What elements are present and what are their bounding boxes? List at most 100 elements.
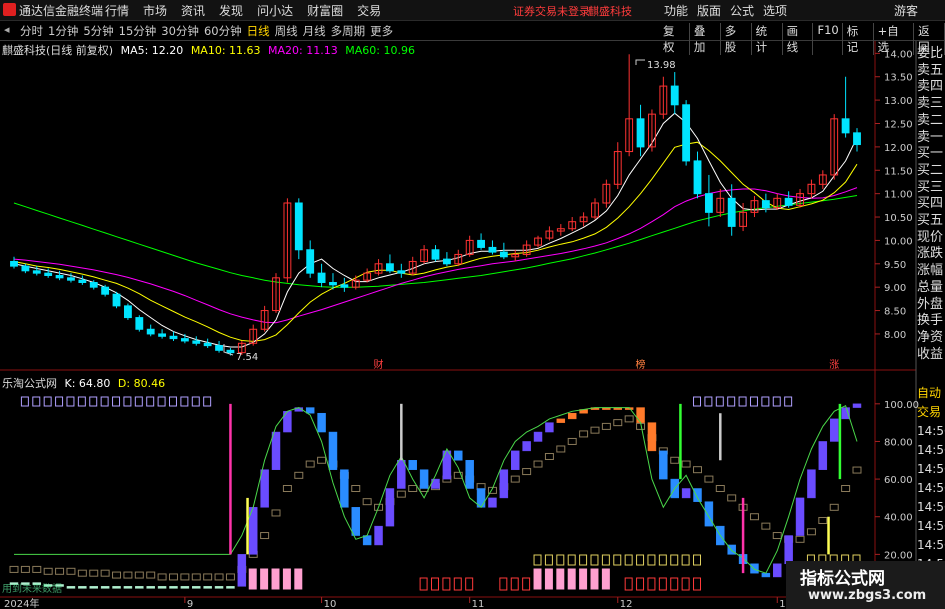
d-value-box — [43, 567, 53, 575]
k-value-bar — [693, 488, 702, 502]
candlesticks — [10, 54, 861, 356]
d-value-box — [282, 485, 292, 492]
k-value-bar — [226, 586, 235, 589]
top-ladder-box — [772, 396, 781, 407]
candle-body — [693, 160, 702, 195]
bottom-red-box — [693, 577, 702, 591]
trade-button[interactable]: 交易 — [917, 403, 945, 422]
candle-body — [704, 193, 713, 213]
sub-axis: 100.00 80.00 60.00 40.00 20.00 — [875, 400, 919, 561]
candle-body — [67, 277, 75, 281]
sub-tick-label: 20.00 — [884, 550, 913, 561]
top-ladder-box — [89, 396, 98, 407]
candle-body — [180, 338, 189, 342]
bottom-yellow-box — [533, 554, 542, 566]
bottom-pink-box — [579, 568, 588, 590]
watermark-title: 指标公式网 — [800, 569, 885, 589]
top-ladder-box — [66, 396, 75, 407]
price-tick-label: 12.00 — [884, 143, 913, 154]
k-value-bar — [784, 535, 793, 565]
candle-body — [89, 282, 98, 288]
time-tick-label: 12 — [620, 599, 633, 609]
moving-average-lines — [13, 112, 858, 348]
bottom-pink-box — [567, 568, 576, 590]
d-value-box — [157, 573, 167, 581]
k-value-bar — [112, 586, 121, 589]
ma10-line — [13, 141, 858, 342]
k-value-bar — [100, 586, 110, 589]
candle-body — [670, 85, 679, 106]
k-value-bar — [123, 586, 133, 589]
bottom-pink-box — [271, 568, 280, 590]
k-value-bar — [362, 535, 372, 546]
bottom-red-box — [442, 577, 451, 591]
d-value-box — [168, 573, 178, 581]
d-value-box — [533, 460, 543, 468]
d-value-box — [260, 532, 270, 540]
event-markers: 财榜涨 — [374, 358, 840, 371]
candle-body — [44, 272, 53, 276]
bottom-yellow-box — [693, 554, 702, 566]
candle-body — [203, 342, 212, 347]
k-value-bar — [818, 441, 828, 470]
bottom-red-box — [624, 577, 633, 591]
top-ladder-box — [749, 396, 758, 407]
event-marker: 榜 — [636, 358, 646, 371]
candle-body — [499, 251, 508, 258]
k-value-bar — [157, 586, 167, 589]
d-value-box — [77, 569, 87, 577]
candle-body — [727, 197, 736, 227]
bottom-red-box — [670, 577, 679, 591]
bottom-yellow-box — [590, 554, 599, 566]
price-tick-label: 14.00 — [884, 49, 913, 60]
bottom-yellow-box — [658, 554, 667, 566]
d-value-box — [681, 460, 691, 468]
price-tick-label: 13.00 — [884, 96, 913, 107]
bottom-red-box — [636, 577, 645, 591]
top-ladder-box — [715, 396, 724, 407]
d-value-box — [567, 437, 577, 445]
auto-trade-button[interactable]: 自动 — [917, 384, 945, 403]
bottom-red-box — [431, 577, 439, 591]
k-value-bar — [533, 431, 543, 442]
order-book-label: 收益 — [917, 346, 944, 362]
bottom-red-box — [522, 577, 531, 591]
candle-body — [215, 345, 223, 351]
candle-body — [135, 317, 144, 330]
d-value-box — [134, 571, 144, 579]
price-tick-label: 9.00 — [884, 283, 906, 294]
chart-canvas[interactable]: 14.00 13.50 13.00 12.50 12.00 11.50 11.00 10.50… — [0, 0, 945, 609]
k-value-bar — [408, 460, 417, 470]
candle-body — [784, 197, 793, 206]
price-tick-label: 11.50 — [884, 166, 913, 177]
top-ladder-box — [32, 396, 41, 407]
k-value-bar — [807, 469, 816, 499]
bottom-pink-box — [294, 568, 303, 590]
candle-body — [488, 246, 497, 253]
event-marker: 财 — [374, 358, 384, 371]
top-ladder-box — [191, 396, 200, 407]
k-value-bar — [305, 407, 315, 414]
bottom-yellow-box — [601, 554, 610, 566]
d-value-box — [66, 567, 76, 575]
k-value-bar — [829, 418, 839, 442]
extreme-labels: 13.98 7.54 — [223, 59, 676, 363]
k-value-bar — [351, 507, 360, 536]
d-value-box — [522, 468, 532, 476]
k-value-bar — [180, 586, 190, 589]
top-ladder-box — [55, 396, 64, 407]
price-tick-label: 12.50 — [884, 120, 913, 131]
top-ladder-box — [180, 396, 189, 407]
d-value-box — [727, 494, 737, 502]
d-value-box — [852, 466, 862, 474]
candle-body — [329, 282, 337, 286]
bottom-pink-box — [248, 568, 257, 590]
d-value-box — [408, 485, 418, 492]
top-ladder-box — [123, 396, 132, 407]
top-ladder-box — [784, 396, 793, 407]
k-value-bar — [556, 418, 566, 423]
d-value-box — [590, 426, 600, 434]
candle-body — [853, 132, 861, 146]
top-ladder-box — [203, 396, 212, 407]
top-ladder-box — [134, 396, 143, 407]
